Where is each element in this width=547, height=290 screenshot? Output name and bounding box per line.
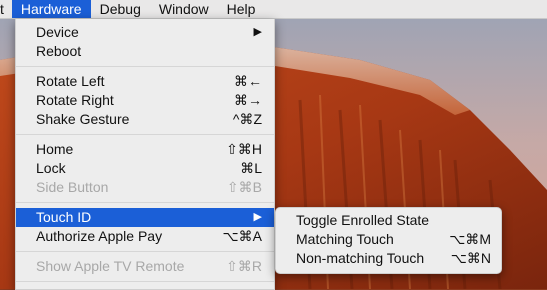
menu-item-authorize-apple-pay[interactable]: Authorize Apple Pay ⌥⌘A bbox=[16, 227, 274, 246]
menu-item-shortcut: ^⌘Z bbox=[232, 111, 262, 127]
menubar-item-debug[interactable]: Debug bbox=[91, 0, 150, 18]
menu-item-shortcut: ⇧⌘B bbox=[226, 179, 262, 195]
menubar: t Hardware Debug Window Help bbox=[0, 0, 547, 19]
menubar-item-partial[interactable]: t bbox=[0, 0, 12, 18]
submenu-arrow-icon: ▶ bbox=[253, 26, 262, 38]
hardware-menu: Device ▶ Reboot Rotate Left ⌘← Rotate Ri… bbox=[15, 19, 275, 290]
menu-item-shortcut: ⇧⌘R bbox=[226, 258, 262, 274]
menubar-item-window[interactable]: Window bbox=[150, 0, 218, 18]
menu-item-rotate-left[interactable]: Rotate Left ⌘← bbox=[16, 72, 274, 91]
menu-item-label: Touch ID bbox=[36, 209, 92, 225]
menu-item-rotate-right[interactable]: Rotate Right ⌘→ bbox=[16, 91, 274, 110]
menu-separator bbox=[16, 281, 274, 282]
menu-separator bbox=[16, 202, 274, 203]
menu-item-label: Lock bbox=[36, 160, 66, 176]
menu-item-label: Matching Touch bbox=[296, 231, 394, 247]
menu-item-label: Side Button bbox=[36, 179, 109, 195]
menu-item-label: Non-matching Touch bbox=[296, 250, 425, 266]
menu-item-matching-touch[interactable]: Matching Touch ⌥⌘M bbox=[276, 230, 501, 249]
menu-item-label: Toggle Enrolled State bbox=[296, 212, 430, 228]
menu-separator bbox=[16, 251, 274, 252]
menu-item-label: Home bbox=[36, 141, 74, 157]
menubar-item-help[interactable]: Help bbox=[218, 0, 265, 18]
menu-item-shortcut: ⌘L bbox=[240, 160, 262, 176]
menu-separator bbox=[16, 66, 274, 67]
menu-item-shortcut: ⌘← bbox=[234, 73, 262, 89]
menu-item-reboot[interactable]: Reboot bbox=[16, 42, 274, 61]
menu-item-label: Shake Gesture bbox=[36, 111, 130, 127]
menu-item-label: Device bbox=[36, 24, 79, 40]
menu-item-device[interactable]: Device ▶ bbox=[16, 23, 274, 42]
menu-item-lock[interactable]: Lock ⌘L bbox=[16, 159, 274, 178]
touch-id-submenu: Toggle Enrolled State Matching Touch ⌥⌘M… bbox=[275, 207, 502, 274]
menu-item-label: Rotate Left bbox=[36, 73, 105, 89]
menu-item-shake-gesture[interactable]: Shake Gesture ^⌘Z bbox=[16, 110, 274, 129]
menu-item-label: Authorize Apple Pay bbox=[36, 228, 163, 244]
menu-separator bbox=[16, 134, 274, 135]
menu-item-home[interactable]: Home ⇧⌘H bbox=[16, 140, 274, 159]
menu-item-label: Rotate Right bbox=[36, 92, 114, 108]
menu-item-shortcut: ⌥⌘A bbox=[222, 228, 262, 244]
menu-item-shortcut: ⌥⌘M bbox=[449, 231, 491, 247]
menu-item-label: Reboot bbox=[36, 43, 82, 59]
menu-item-shortcut: ⌥⌘N bbox=[450, 250, 491, 266]
menu-item-shortcut: ⇧⌘H bbox=[226, 141, 262, 157]
menubar-item-hardware[interactable]: Hardware bbox=[11, 0, 91, 18]
menu-item-show-apple-tv-remote: Show Apple TV Remote ⇧⌘R bbox=[16, 257, 274, 276]
menu-item-touch-id[interactable]: Touch ID ▶ bbox=[16, 208, 274, 227]
menu-item-non-matching-touch[interactable]: Non-matching Touch ⌥⌘N bbox=[276, 249, 501, 268]
menu-item-side-button: Side Button ⇧⌘B bbox=[16, 178, 274, 197]
menu-item-toggle-enrolled-state[interactable]: Toggle Enrolled State bbox=[276, 211, 501, 230]
submenu-arrow-icon: ▶ bbox=[253, 211, 262, 223]
menu-item-label: Show Apple TV Remote bbox=[36, 258, 185, 274]
menu-item-shortcut: ⌘→ bbox=[234, 92, 262, 108]
